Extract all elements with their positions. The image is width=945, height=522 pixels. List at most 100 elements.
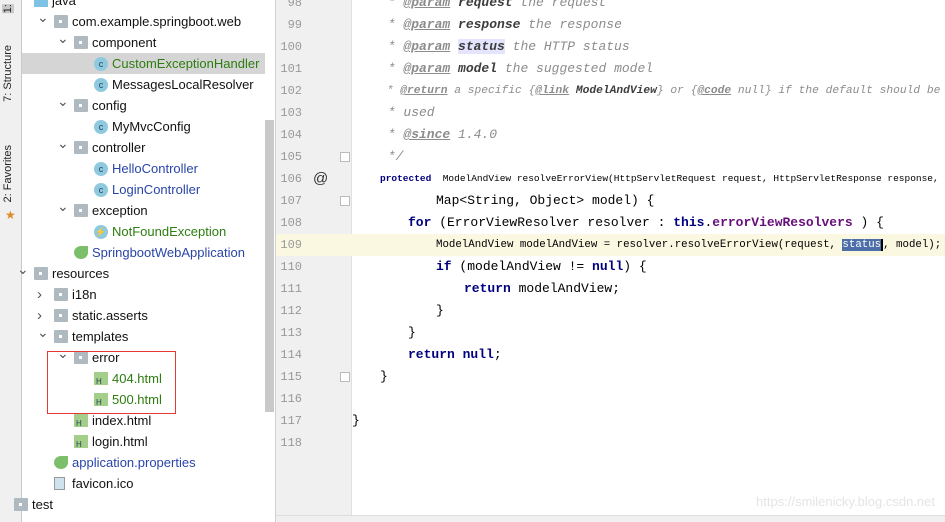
structure-tab[interactable]: 7: Structure bbox=[2, 45, 14, 102]
image-file-icon bbox=[54, 477, 65, 490]
tree-item[interactable]: test bbox=[14, 494, 265, 515]
tree-item-label: MyMvcConfig bbox=[112, 119, 191, 134]
code-line[interactable]: Map<String, Object> model) { bbox=[352, 190, 945, 212]
code-line[interactable]: * @since 1.4.0 bbox=[352, 124, 945, 146]
tree-item-label: templates bbox=[72, 329, 129, 344]
tree-item[interactable]: application.properties bbox=[22, 452, 265, 473]
code-token: @param bbox=[403, 0, 451, 10]
tree-item-label: component bbox=[92, 35, 157, 50]
code-token: ; bbox=[493, 347, 502, 362]
source-folder-icon bbox=[34, 0, 48, 7]
tree-item[interactable]: ⚡ NotFoundException bbox=[22, 221, 265, 242]
chevron-down-icon[interactable]: ⌄ bbox=[57, 28, 69, 49]
code-token: @return bbox=[400, 85, 448, 97]
chevron-down-icon[interactable]: ⌄ bbox=[57, 196, 69, 217]
code-token: the HTTP status bbox=[504, 39, 630, 54]
line-number: 99 bbox=[287, 18, 302, 32]
code-line[interactable]: * @param status the HTTP status bbox=[352, 36, 945, 58]
exception-class-icon: ⚡ bbox=[94, 225, 108, 239]
line-number: 103 bbox=[280, 106, 302, 120]
code-line[interactable]: * used bbox=[352, 102, 945, 124]
line-number: 98 bbox=[287, 0, 302, 10]
fold-marker-icon[interactable] bbox=[340, 152, 350, 162]
code-token: * bbox=[380, 39, 404, 54]
tree-item-label: LoginController bbox=[112, 182, 201, 197]
tree-item[interactable]: › static.asserts bbox=[22, 305, 265, 326]
code-line[interactable]: if (modelAndView != null) { bbox=[352, 256, 945, 278]
code-token: @code bbox=[697, 85, 732, 97]
line-number: 115 bbox=[280, 370, 302, 384]
class-icon: c bbox=[94, 57, 108, 71]
chevron-down-icon[interactable]: ⌄ bbox=[17, 259, 29, 280]
tree-item-label: application.properties bbox=[72, 455, 196, 470]
code-line[interactable]: } bbox=[352, 366, 945, 388]
tree-item[interactable]: ⌄ resources bbox=[17, 261, 265, 284]
code-token: * bbox=[380, 127, 404, 142]
chevron-down-icon[interactable]: ⌄ bbox=[57, 133, 69, 154]
code-token: * bbox=[380, 85, 401, 97]
code-token: } bbox=[408, 325, 416, 340]
code-token: return bbox=[464, 281, 511, 296]
line-number: 114 bbox=[280, 348, 302, 362]
code-line[interactable] bbox=[352, 432, 945, 454]
tree-item[interactable]: › i18n bbox=[22, 284, 265, 305]
code-token: @param bbox=[403, 39, 451, 54]
favorites-tab[interactable]: 2: Favorites bbox=[2, 145, 14, 202]
code-line[interactable]: * @param response the response bbox=[352, 14, 945, 36]
code-line[interactable]: * @return a specific {@link ModelAndView… bbox=[352, 80, 945, 102]
code-line[interactable]: ModelAndView modelAndView = resolver.res… bbox=[352, 234, 945, 256]
folder-icon bbox=[54, 330, 68, 343]
project-tab[interactable]: 1: bbox=[2, 4, 14, 14]
tree-item[interactable]: c HelloController bbox=[22, 158, 265, 179]
tree-item[interactable]: ⌄ component bbox=[22, 30, 265, 53]
class-icon: c bbox=[94, 120, 108, 134]
spring-boot-app-icon bbox=[74, 246, 88, 259]
chevron-right-icon[interactable]: › bbox=[37, 284, 42, 305]
code-line[interactable]: for (ErrorViewResolver resolver : this.e… bbox=[352, 212, 945, 234]
code-token: @param bbox=[403, 17, 451, 32]
code-line[interactable]: } bbox=[352, 300, 945, 322]
tree-item[interactable]: favicon.ico bbox=[22, 473, 265, 494]
tree-item[interactable]: ⌄ controller bbox=[22, 135, 265, 158]
chevron-down-icon[interactable]: ⌄ bbox=[37, 322, 49, 343]
code-token: ModelAndView modelAndView = resolver.res… bbox=[436, 239, 843, 251]
fold-marker-icon[interactable] bbox=[340, 372, 350, 382]
tree-item[interactable]: java bbox=[22, 0, 265, 11]
line-number: 105 bbox=[280, 150, 302, 164]
chevron-down-icon[interactable]: ⌄ bbox=[37, 7, 49, 28]
code-line[interactable]: } bbox=[352, 410, 945, 432]
code-line[interactable] bbox=[352, 388, 945, 410]
override-at-icon[interactable]: @ bbox=[313, 168, 328, 190]
chevron-down-icon[interactable]: ⌄ bbox=[57, 91, 69, 112]
tree-item-label: HelloController bbox=[112, 161, 198, 176]
code-token: response bbox=[458, 17, 521, 32]
code-token: @param bbox=[403, 61, 451, 76]
tree-scrollbar[interactable] bbox=[265, 120, 274, 412]
line-number: 113 bbox=[280, 326, 302, 340]
code-line[interactable]: * @param model the suggested model bbox=[352, 58, 945, 80]
resources-folder-icon bbox=[34, 267, 48, 280]
tree-item[interactable]: Hlogin.html bbox=[22, 431, 265, 452]
code-token: ) { bbox=[623, 259, 647, 274]
tree-item[interactable]: c CustomExceptionHandler bbox=[22, 53, 265, 74]
code-line[interactable]: } bbox=[352, 322, 945, 344]
code-token: 1.4.0 bbox=[450, 127, 498, 142]
code-line[interactable]: * @param request the request bbox=[352, 0, 945, 14]
code-token: the response bbox=[520, 17, 622, 32]
package-icon bbox=[54, 15, 68, 28]
code-line[interactable]: return null; bbox=[352, 344, 945, 366]
code-line[interactable]: */ bbox=[352, 146, 945, 168]
tree-item[interactable]: ⌄ config bbox=[22, 93, 265, 116]
tree-item-label: exception bbox=[92, 203, 148, 218]
tree-item[interactable]: SpringbootWebApplication bbox=[22, 242, 265, 263]
fold-marker-icon[interactable] bbox=[340, 196, 350, 206]
code-token: return bbox=[408, 347, 455, 362]
line-number: 116 bbox=[280, 392, 302, 406]
tree-item[interactable]: ⌄ exception bbox=[22, 198, 265, 221]
code-token: } or { bbox=[656, 85, 698, 97]
class-icon: c bbox=[94, 162, 108, 176]
code-line[interactable]: return modelAndView; bbox=[352, 278, 945, 300]
code-token: } bbox=[380, 369, 388, 384]
code-line[interactable]: protected ModelAndView resolveErrorView(… bbox=[352, 168, 945, 190]
